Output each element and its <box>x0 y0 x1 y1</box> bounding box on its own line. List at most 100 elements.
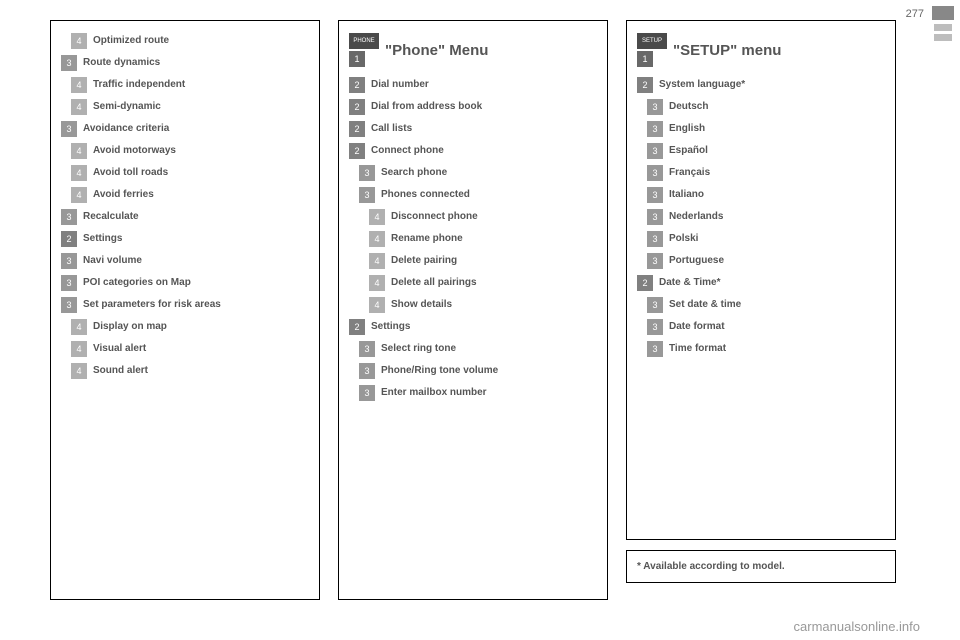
menu-item: 2 Dial from address book <box>349 99 597 115</box>
menu-item: 4Show details <box>369 297 597 313</box>
page-number: 277 <box>906 8 924 20</box>
menu-item-label: Deutsch <box>669 99 708 115</box>
menu-item: 3Search phone <box>359 165 597 181</box>
level-badge: 4 <box>71 33 87 49</box>
level-badge: 2 <box>637 77 653 93</box>
level-badge: 3 <box>359 187 375 203</box>
menu-item-label: Optimized route <box>93 33 169 49</box>
level-badge: 2 <box>349 143 365 159</box>
phone-chip-icon: PHONE <box>349 33 379 49</box>
level-badge: 3 <box>647 165 663 181</box>
menu-item-label: Portuguese <box>669 253 724 269</box>
menu-item: 3 Set parameters for risk areas <box>61 297 309 313</box>
menu-item-label: Avoid motorways <box>93 143 176 159</box>
menu-item-label: Time format <box>669 341 726 357</box>
menu-item: 4Avoid motorways <box>71 143 309 159</box>
menu-item-label: System language* <box>659 77 745 93</box>
menu-item: 2 Call lists <box>349 121 597 137</box>
menu-item: 3 Deutsch <box>647 99 885 115</box>
menu-item-label: Date & Time* <box>659 275 721 291</box>
menu-item: 3 Nederlands <box>647 209 885 225</box>
menu-item: 3POI categories on Map <box>61 275 309 291</box>
menu-item-label: Set date & time <box>669 297 741 313</box>
level-badge: 3 <box>359 363 375 379</box>
level-badge: 4 <box>71 187 87 203</box>
menu-item-label: Visual alert <box>93 341 146 357</box>
menu-item: 3 Route dynamics <box>61 55 309 71</box>
level-badge: 3 <box>647 253 663 269</box>
panel-navigation-continued: 4Optimized route3Route dynamics4Traffic … <box>50 20 320 600</box>
menu-item-label: Show details <box>391 297 452 313</box>
level-badge: 3 <box>647 231 663 247</box>
menu-item-label: Traffic independent <box>93 77 185 93</box>
menu-item-label: Settings <box>83 231 122 247</box>
side-tab-marker <box>932 6 954 44</box>
phone-menu-title: "Phone" Menu <box>385 42 488 59</box>
level-badge: 3 <box>647 121 663 137</box>
menu-item: 4Traffic independent <box>71 77 309 93</box>
menu-item: 4Rename phone <box>369 231 597 247</box>
level-badge: 3 <box>647 297 663 313</box>
menu-item-label: Delete all pairings <box>391 275 477 291</box>
level-badge: 1 <box>637 51 653 67</box>
menu-item-label: Delete pairing <box>391 253 457 269</box>
level-badge: 3 <box>647 143 663 159</box>
menu-item: 3 Select ring tone <box>359 341 597 357</box>
level-badge: 3 <box>61 297 77 313</box>
level-badge: 3 <box>647 209 663 225</box>
menu-item-label: Français <box>669 165 710 181</box>
footnote-panel: * Available according to model. <box>626 550 896 583</box>
menu-item: 3 Phones connected <box>359 187 597 203</box>
menu-item: 4Disconnect phone <box>369 209 597 225</box>
menu-item-label: Español <box>669 143 708 159</box>
level-badge: 3 <box>359 341 375 357</box>
menu-item: 3 Italiano <box>647 187 885 203</box>
menu-item: 4Delete all pairings <box>369 275 597 291</box>
level-badge: 2 <box>349 121 365 137</box>
content-columns: 4Optimized route3Route dynamics4Traffic … <box>0 0 960 600</box>
menu-item-label: Route dynamics <box>83 55 160 71</box>
watermark: carmanualsonline.info <box>794 619 920 634</box>
level-badge: 1 <box>349 51 365 67</box>
menu-item: 3Avoidance criteria <box>61 121 309 137</box>
menu-item-label: Nederlands <box>669 209 723 225</box>
menu-item: 4 Sound alert <box>71 363 309 379</box>
menu-item: 3 Phone/Ring tone volume <box>359 363 597 379</box>
menu-item-label: Set parameters for risk areas <box>83 297 221 313</box>
level-badge: 2 <box>349 319 365 335</box>
menu-item-label: Phones connected <box>381 187 470 203</box>
level-badge: 3 <box>647 341 663 357</box>
level-badge: 4 <box>71 99 87 115</box>
menu-item-label: Search phone <box>381 165 447 181</box>
level-badge: 3 <box>647 99 663 115</box>
menu-item-label: Disconnect phone <box>391 209 478 225</box>
level-badge: 4 <box>369 231 385 247</box>
level-badge: 3 <box>61 55 77 71</box>
menu-item: 3Enter mailbox number <box>359 385 597 401</box>
setup-chip-icon: SETUP <box>637 33 667 49</box>
menu-item-label: Settings <box>371 319 410 335</box>
panel-setup-menu: SETUP 1 "SETUP" menu 2System language*3D… <box>626 20 896 540</box>
menu-item-label: Polski <box>669 231 698 247</box>
level-badge: 2 <box>61 231 77 247</box>
level-badge: 3 <box>647 187 663 203</box>
menu-item-label: Select ring tone <box>381 341 456 357</box>
level-badge: 3 <box>61 253 77 269</box>
panel-phone-menu: PHONE 1 "Phone" Menu 2Dial number2Dial f… <box>338 20 608 600</box>
menu-item: 3 Set date & time <box>647 297 885 313</box>
menu-item: 4 Optimized route <box>71 33 309 49</box>
menu-item-label: Phone/Ring tone volume <box>381 363 498 379</box>
menu-item-label: Enter mailbox number <box>381 385 487 401</box>
menu-item: 2 System language* <box>637 77 885 93</box>
level-badge: 3 <box>61 209 77 225</box>
menu-item-label: Italiano <box>669 187 704 203</box>
menu-item: 3 Español <box>647 143 885 159</box>
level-badge: 4 <box>71 319 87 335</box>
menu-item: 4Semi-dynamic <box>71 99 309 115</box>
level-badge: 4 <box>71 165 87 181</box>
level-badge: 2 <box>349 99 365 115</box>
level-badge: 4 <box>71 363 87 379</box>
menu-item-label: Dial from address book <box>371 99 482 115</box>
menu-item-label: Call lists <box>371 121 412 137</box>
menu-item-label: Sound alert <box>93 363 148 379</box>
